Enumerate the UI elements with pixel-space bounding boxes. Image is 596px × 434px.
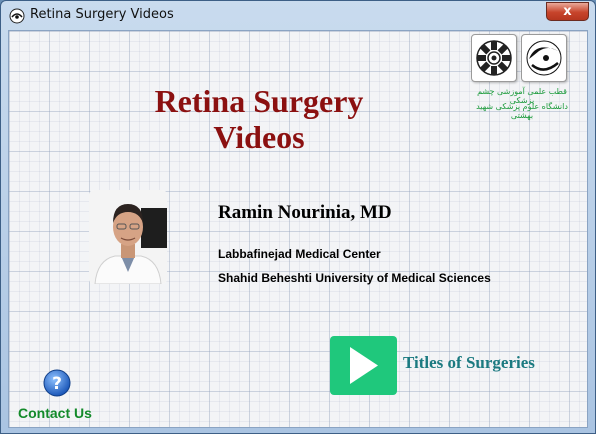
doctor-name: Ramin Nourinia, MD (218, 202, 392, 223)
window-title: Retina Surgery Videos (30, 7, 174, 22)
university-logo (471, 34, 517, 82)
close-button[interactable]: x (546, 2, 589, 21)
institute-name-line2: دانشگاه علوم پزشکی شهید بهشتی (476, 102, 568, 120)
contact-us-link[interactable]: Contact Us (18, 405, 92, 421)
titles-of-surgeries-link[interactable]: Titles of Surgeries (403, 353, 535, 373)
client-area: Retina Surgery Videos قطب علمی آموزشی چش… (8, 30, 588, 428)
play-titles-button[interactable] (330, 336, 397, 395)
title-bar[interactable]: Retina Surgery Videos x (1, 1, 595, 31)
page-title-line2: Videos (213, 119, 305, 155)
university-name: Shahid Beheshti University of Medical Sc… (218, 271, 491, 285)
play-icon (350, 347, 378, 384)
help-icon[interactable]: ? (43, 369, 71, 397)
medical-center-name: Labbafinejad Medical Center (218, 247, 381, 261)
university-seal-icon (476, 40, 512, 76)
page-title-line1: Retina Surgery (154, 83, 364, 119)
page-title: Retina Surgery Videos (125, 83, 393, 155)
eye-logo-icon (526, 40, 562, 76)
doctor-photo (89, 190, 167, 284)
svg-text:?: ? (52, 374, 62, 394)
app-eye-icon (9, 8, 25, 24)
app-window: Retina Surgery Videos x Retina Surgery V… (0, 0, 596, 434)
eye-center-logo (521, 34, 567, 82)
